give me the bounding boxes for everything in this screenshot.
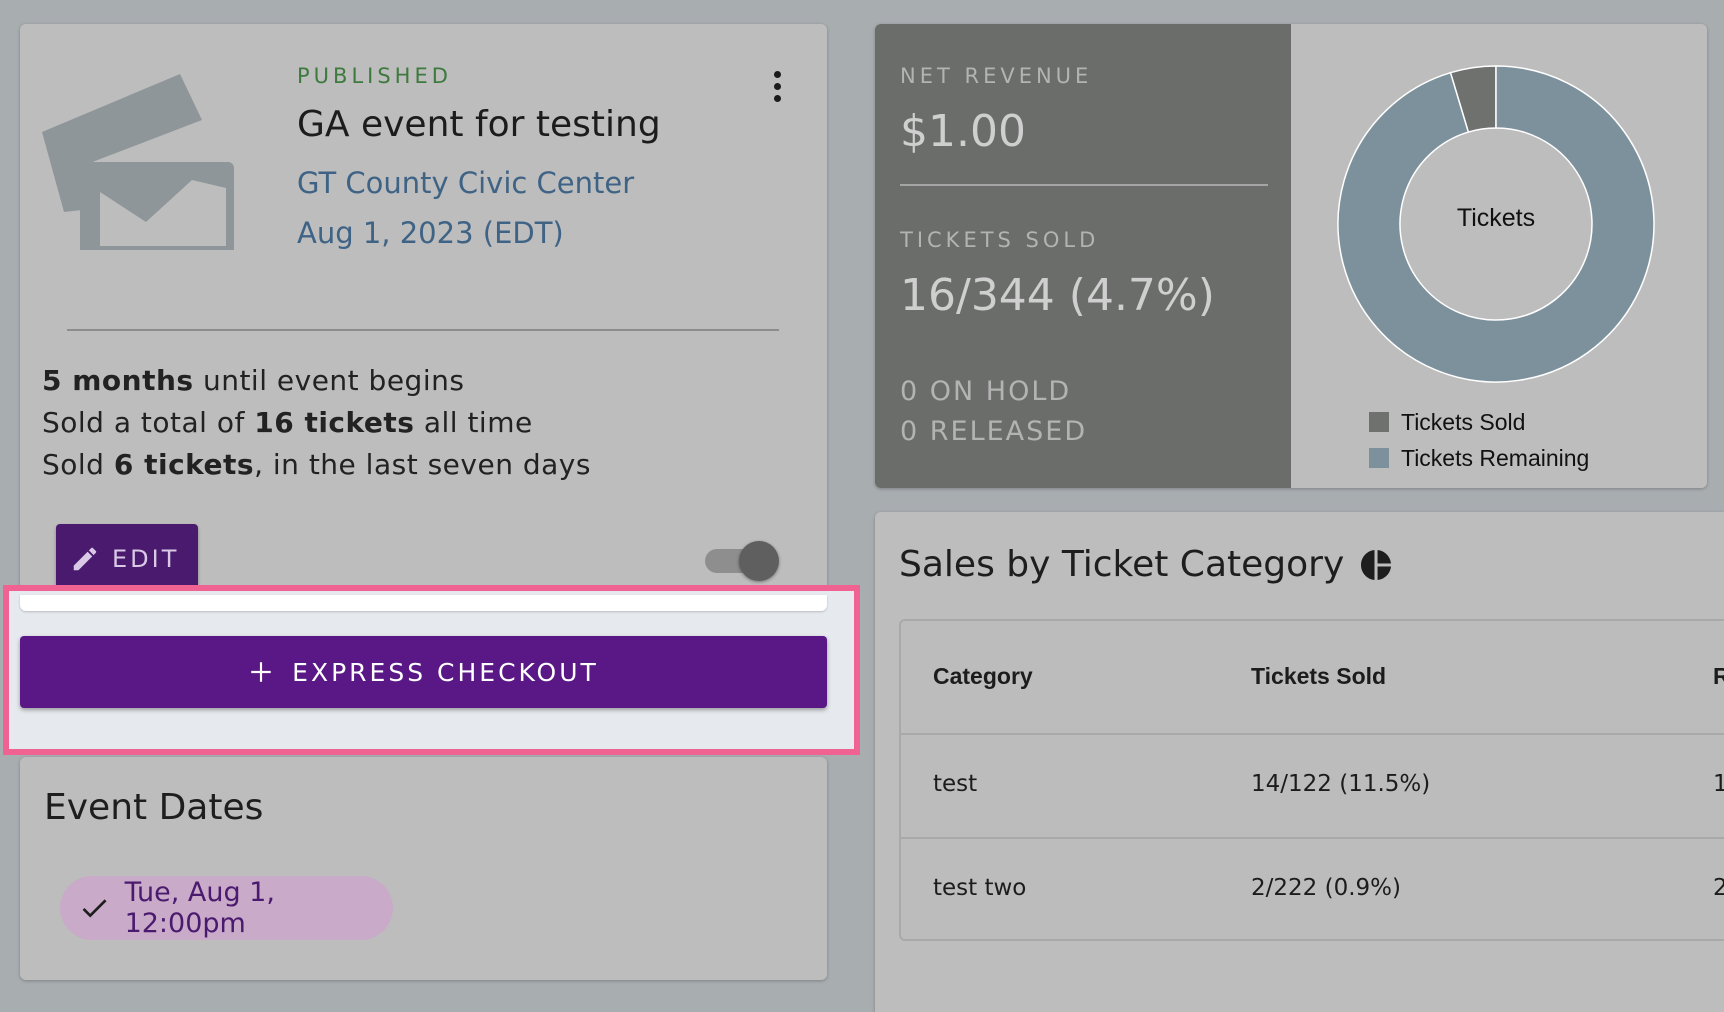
sales-by-category-card: Sales by Ticket Category Category Ticket… xyxy=(875,512,1724,1012)
more-options-icon[interactable] xyxy=(765,64,789,108)
sales-table: Category Tickets Sold R test 14/122 (11.… xyxy=(899,619,1724,941)
net-revenue-label: NET REVENUE xyxy=(900,64,1093,88)
edit-label: EDIT xyxy=(112,545,180,573)
event-stats: 5 months until event begins Sold a total… xyxy=(42,360,591,486)
cell-category: test two xyxy=(933,875,1027,901)
revenue-summary: NET REVENUE $1.00 TICKETS SOLD 16/344 (4… xyxy=(875,24,1291,488)
pencil-icon xyxy=(73,547,97,571)
table-header: Category Tickets Sold R xyxy=(901,621,1724,735)
cell-sold: 14/122 (11.5%) xyxy=(1251,771,1431,797)
col-tickets-sold[interactable]: Tickets Sold xyxy=(1251,663,1386,690)
event-venue-link[interactable]: GT County Civic Center xyxy=(297,166,634,200)
divider xyxy=(67,329,779,331)
legend-item-sold[interactable]: Tickets Sold xyxy=(1369,404,1589,440)
express-checkout-label: EXPRESS CHECKOUT xyxy=(292,657,599,687)
date-chip-label: Tue, Aug 1, 12:00pm xyxy=(124,877,275,939)
event-card: PUBLISHED GA event for testing GT County… xyxy=(20,24,827,611)
cell-revenue: 1 xyxy=(1713,771,1724,797)
event-title: GA event for testing xyxy=(297,104,661,145)
released-count: 0 RELEASED xyxy=(900,416,1088,447)
cell-sold: 2/222 (0.9%) xyxy=(1251,875,1401,901)
cell-category: test xyxy=(933,771,978,797)
cell-revenue: 2 xyxy=(1713,875,1724,901)
pie-chart-icon[interactable] xyxy=(1358,547,1394,583)
table-row: test 14/122 (11.5%) 1 xyxy=(901,733,1724,839)
col-category[interactable]: Category xyxy=(933,663,1033,690)
stat-line-total: Sold a total of 16 tickets all time xyxy=(42,406,533,439)
legend-item-remaining[interactable]: Tickets Remaining xyxy=(1369,440,1589,476)
event-dates-title: Event Dates xyxy=(44,787,264,828)
card-edge xyxy=(20,595,827,611)
tickets-donut-chart: Tickets Tickets Sold Tickets Remaining xyxy=(1291,24,1707,488)
status-badge: PUBLISHED xyxy=(297,64,452,88)
tickets-sold-value: 16/344 (4.7%) xyxy=(900,270,1215,321)
on-hold-count: 0 ON HOLD xyxy=(900,376,1072,407)
event-dates-card: Event Dates Tue, Aug 1, 12:00pm xyxy=(20,757,827,980)
edit-button[interactable]: EDIT xyxy=(56,524,198,594)
donut-center-label: Tickets xyxy=(1456,204,1536,232)
stat-line-countdown: 5 months until event begins xyxy=(42,364,465,397)
tickets-sold-label: TICKETS SOLD xyxy=(900,228,1100,252)
check-icon xyxy=(82,899,107,918)
revenue-divider xyxy=(900,184,1268,186)
express-checkout-button[interactable]: EXPRESS CHECKOUT xyxy=(20,636,827,708)
image-placeholder-icon xyxy=(42,74,234,250)
col-revenue[interactable]: R xyxy=(1713,663,1724,690)
publish-toggle[interactable] xyxy=(705,541,779,581)
plus-icon xyxy=(251,662,271,682)
net-revenue-value: $1.00 xyxy=(900,106,1026,157)
event-date: Aug 1, 2023 (EDT) xyxy=(297,216,564,250)
sales-title: Sales by Ticket Category xyxy=(899,544,1394,585)
stat-line-week: Sold 6 tickets, in the last seven days xyxy=(42,448,591,481)
date-chip[interactable]: Tue, Aug 1, 12:00pm xyxy=(60,876,393,940)
chart-legend: Tickets Sold Tickets Remaining xyxy=(1369,404,1589,476)
revenue-card: NET REVENUE $1.00 TICKETS SOLD 16/344 (4… xyxy=(875,24,1707,488)
table-row: test two 2/222 (0.9%) 2 xyxy=(901,837,1724,939)
